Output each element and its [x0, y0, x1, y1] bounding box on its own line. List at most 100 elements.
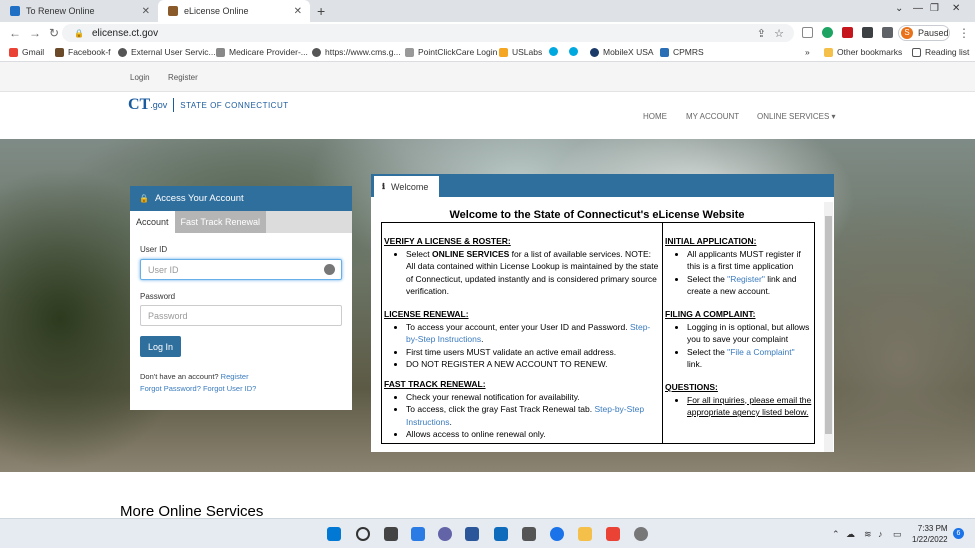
lock-icon: 🔒	[139, 194, 149, 203]
close-icon[interactable]: ✕	[294, 6, 302, 17]
reading-list[interactable]: Reading list	[912, 47, 969, 57]
wifi-icon[interactable]: ≋	[864, 529, 872, 540]
bookmark-item[interactable]: CPMRS	[660, 47, 704, 57]
tab-account[interactable]: Account	[130, 211, 175, 233]
register-link[interactable]: Register	[168, 73, 198, 82]
scrollbar-thumb[interactable]	[825, 216, 832, 434]
file-complaint-link[interactable]: "File a Complaint"	[727, 347, 794, 357]
register-prompt: Don't have an account? Register	[140, 372, 249, 381]
tab-welcome[interactable]: ℹ Welcome	[374, 176, 439, 197]
volume-icon[interactable]: ♪	[878, 529, 883, 539]
register-link[interactable]: Register	[221, 372, 249, 381]
task-view-icon[interactable]	[384, 527, 398, 541]
nav-home[interactable]: HOME	[643, 112, 667, 121]
clock-date: 1/22/2022	[912, 535, 948, 544]
userid-label: User ID	[140, 245, 168, 254]
mail-icon[interactable]	[494, 527, 508, 541]
globe-icon	[118, 47, 127, 57]
bookmark-item[interactable]: External User Servic...	[118, 47, 216, 57]
att-icon[interactable]	[549, 47, 562, 56]
close-icon[interactable]: ✕	[142, 6, 150, 17]
initial-application-heading: INITIAL APPLICATION:	[665, 236, 757, 246]
puzzle-icon[interactable]	[882, 27, 893, 38]
welcome-scrollbar[interactable]	[824, 202, 833, 452]
globe-icon	[312, 47, 321, 57]
back-icon[interactable]: ←	[9, 26, 21, 40]
forgot-userid-link[interactable]: Forgot User ID?	[203, 384, 256, 393]
url-text: elicense.ct.gov	[91, 27, 159, 39]
notification-badge[interactable]: 6	[953, 528, 964, 539]
new-tab-icon[interactable]: +	[317, 3, 325, 19]
browser-tab-active[interactable]: eLicense Online ✕	[158, 0, 310, 22]
bookmark-label: External User Servic...	[131, 47, 216, 57]
chrome-icon[interactable]	[550, 527, 564, 541]
other-bookmarks[interactable]: Other bookmarks	[824, 47, 902, 57]
outlook-icon	[10, 6, 20, 16]
minimize-icon[interactable]: —	[913, 3, 923, 14]
bookmark-label: Medicare Provider-...	[229, 47, 308, 57]
file-explorer-icon[interactable]	[578, 527, 592, 541]
start-icon[interactable]	[327, 527, 341, 541]
ct-gov-logo[interactable]: CT .gov STATE OF CONNECTICUT	[128, 96, 289, 114]
gmail-icon[interactable]	[606, 527, 620, 541]
bookmark-star-icon[interactable]: ☆	[774, 27, 784, 40]
bookmark-label: Reading list	[925, 47, 970, 57]
bookmark-item[interactable]: https://www.cms.g...	[312, 47, 401, 57]
bookmark-item[interactable]: Gmail	[9, 47, 44, 57]
menu-icon[interactable]: ⋮	[958, 26, 970, 40]
login-header-text: Access Your Account	[154, 193, 244, 204]
extension-icon[interactable]	[802, 27, 813, 38]
search-icon[interactable]	[356, 527, 370, 541]
bookmark-item[interactable]: MobileX USA	[590, 47, 654, 57]
bookmark-item[interactable]: USLabs	[499, 47, 542, 57]
att-logo	[569, 47, 578, 56]
userid-input[interactable]: User ID	[140, 259, 342, 280]
pen-icon[interactable]	[862, 27, 873, 38]
nav-online-services[interactable]: ONLINE SERVICES ▾	[757, 112, 836, 121]
profile-button[interactable]: S Paused	[898, 25, 950, 41]
login-button[interactable]: Log In	[140, 336, 181, 357]
browser-tab[interactable]: To Renew Online ✕	[0, 0, 158, 22]
password-manager-icon[interactable]	[324, 264, 335, 275]
verify-item: Select ONLINE SERVICES for a list of ava…	[406, 248, 660, 298]
att-logo	[549, 47, 558, 56]
grammarly-icon[interactable]	[822, 27, 833, 38]
browser-tab-bar: To Renew Online ✕ eLicense Online ✕ + ⌄ …	[0, 0, 975, 22]
share-icon[interactable]: ⇪	[757, 27, 766, 40]
register-link[interactable]: "Register"	[727, 274, 765, 284]
widgets-icon[interactable]	[411, 527, 425, 541]
bookmark-label: Facebook-f	[68, 47, 111, 57]
uslabs-icon	[499, 47, 508, 57]
tab-fast-track-renewal[interactable]: Fast Track Renewal	[174, 211, 267, 233]
logo-divider	[173, 98, 175, 112]
reload-icon[interactable]: ↻	[49, 26, 59, 40]
word-icon[interactable]	[465, 527, 479, 541]
welcome-panel: ℹ Welcome Welcome to the State of Connec…	[371, 174, 834, 452]
store-icon[interactable]	[522, 527, 536, 541]
more-bookmarks-button[interactable]: »	[805, 47, 810, 57]
cloud-icon[interactable]: ☁	[846, 529, 855, 540]
url-field[interactable]: 🔒 elicense.ct.gov ⇪ ☆	[62, 24, 794, 42]
taskbar-clock[interactable]: 7:33 PM 1/22/2022	[912, 523, 948, 545]
login-link[interactable]: Login	[130, 73, 150, 82]
chevron-up-icon[interactable]: ⌃	[832, 529, 840, 540]
bookmark-item[interactable]: Medicare Provider-...	[216, 47, 308, 57]
restore-icon[interactable]: ❐	[930, 3, 939, 14]
chat-icon[interactable]	[438, 527, 452, 541]
initial-item: All applicants MUST register if this is …	[687, 248, 812, 273]
password-input[interactable]: Password	[140, 305, 342, 326]
chevron-down-icon[interactable]: ⌄	[895, 3, 903, 14]
settings-icon[interactable]	[634, 527, 648, 541]
bookmark-item[interactable]: Facebook-f	[55, 47, 111, 57]
forward-icon[interactable]: →	[29, 26, 41, 40]
bookmark-item[interactable]: PointClickCare Login	[405, 47, 497, 57]
forgot-password-link[interactable]: Forgot Password?	[140, 384, 201, 393]
initial-text: Select the	[687, 273, 728, 284]
complaint-item: Logging in is optional, but allows you t…	[687, 321, 812, 346]
page-icon	[55, 47, 64, 57]
att-icon[interactable]	[569, 47, 582, 56]
nav-my-account[interactable]: MY ACCOUNT	[686, 112, 739, 121]
window-close-icon[interactable]: ✕	[952, 3, 960, 14]
pdf-icon[interactable]	[842, 27, 853, 38]
battery-icon[interactable]: ▭	[893, 529, 902, 540]
